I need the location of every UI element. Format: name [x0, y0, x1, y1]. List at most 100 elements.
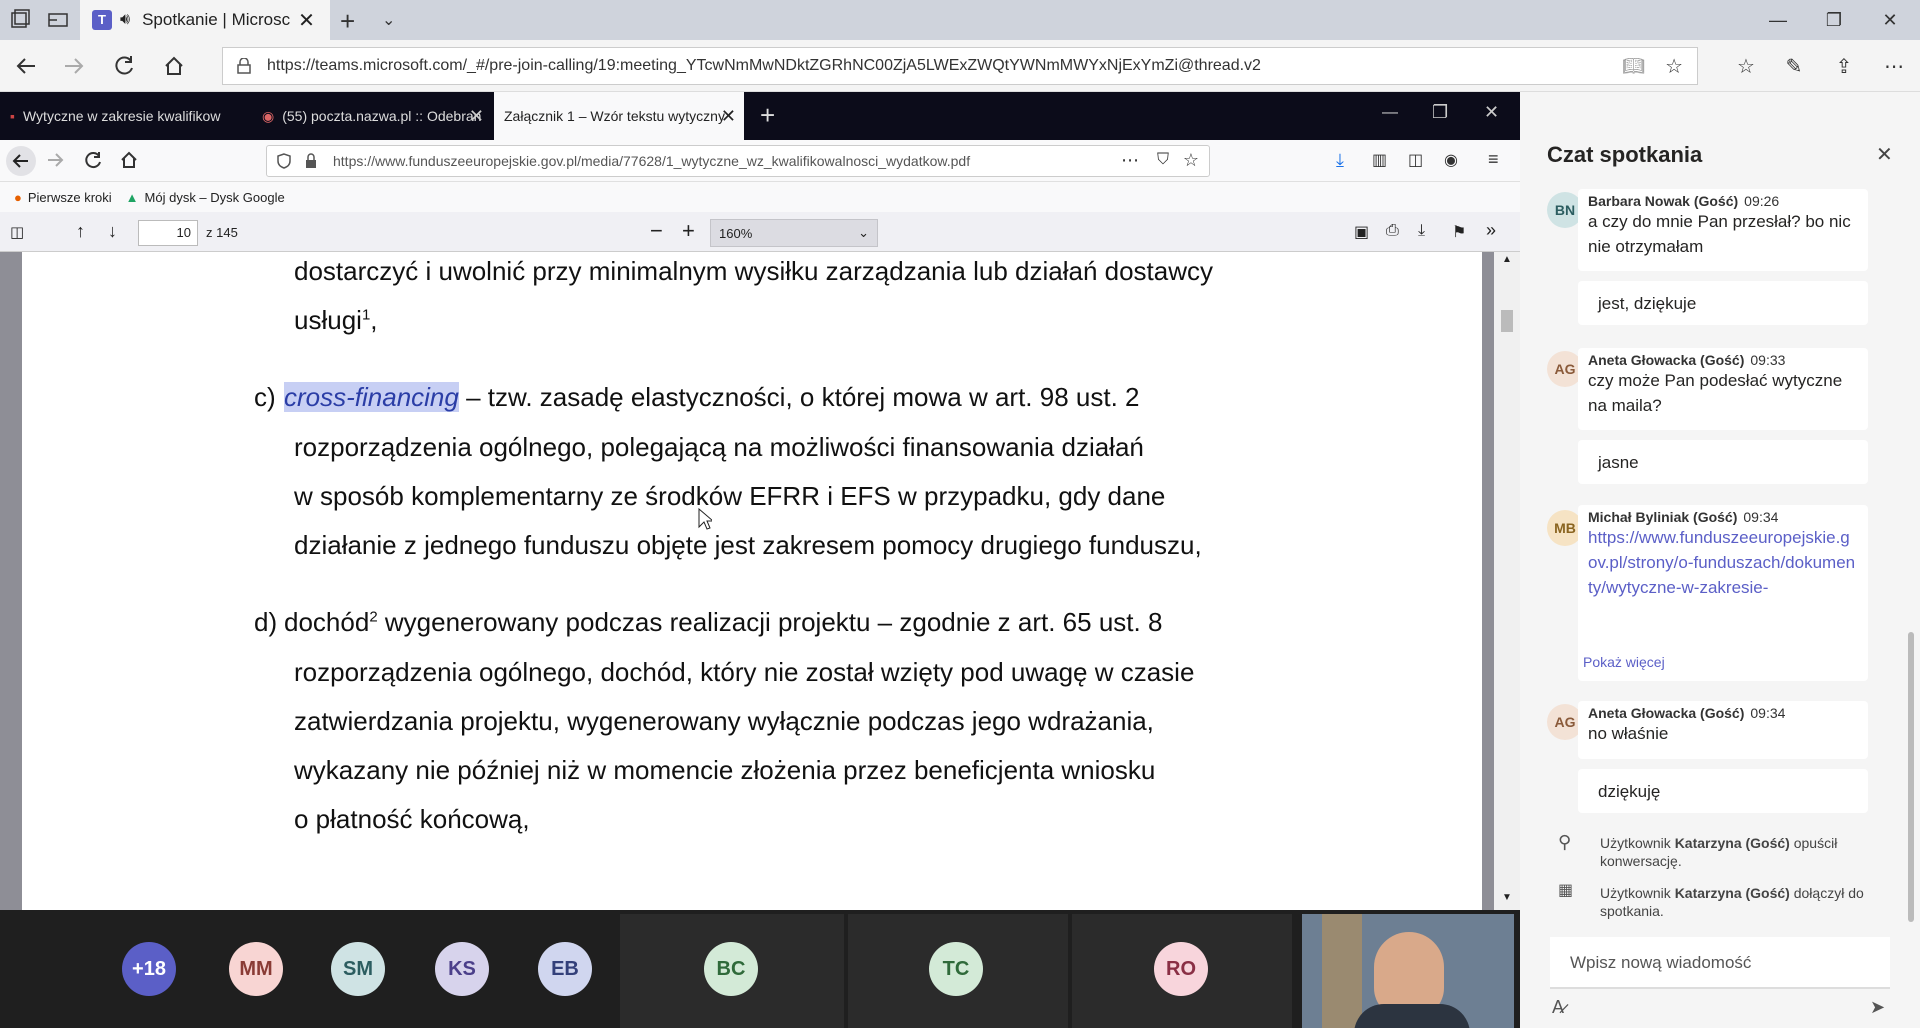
- participant-avatar[interactable]: +18: [122, 942, 176, 996]
- message-time: 09:34: [1743, 509, 1779, 525]
- zoom-select[interactable]: 160% ⌄: [710, 219, 878, 247]
- outer-url-field[interactable]: https://teams.microsoft.com/_#/pre-join-…: [222, 47, 1698, 85]
- new-tab-icon[interactable]: +: [340, 6, 355, 37]
- system-message: Użytkownik Katarzyna (Gość) dołączył do …: [1600, 884, 1890, 920]
- close-window-icon[interactable]: ✕: [1484, 102, 1499, 123]
- firefox-tab-1-label: Wytyczne w zakresie kwalifikow: [22, 108, 221, 124]
- back-icon[interactable]: [6, 146, 36, 176]
- firefox-url-field[interactable]: https://www.funduszeeuropejskie.gov.pl/m…: [266, 145, 1210, 177]
- participant-video[interactable]: [1302, 914, 1514, 1028]
- back-icon[interactable]: [8, 48, 44, 84]
- shared-firefox-window: ▪ Wytyczne w zakresie kwalifikow ◉ (55) …: [0, 92, 1520, 910]
- highlighted-text[interactable]: cross-financing: [284, 382, 459, 412]
- speaker-icon[interactable]: 🔊︎: [120, 11, 130, 29]
- favorites-icon[interactable]: ☆: [1728, 48, 1764, 84]
- bookmark-first-steps[interactable]: Pierwsze kroki: [28, 190, 112, 205]
- participant-avatar[interactable]: TC: [929, 942, 983, 996]
- show-more-link[interactable]: Pokaż więcej: [1583, 654, 1665, 670]
- mouse-cursor-icon: [698, 508, 712, 530]
- footnote-ref[interactable]: 2: [369, 608, 377, 625]
- scroll-thumb[interactable]: [1501, 310, 1513, 332]
- doc-line: cross-financing – tzw. zasadę elastyczno…: [284, 382, 1140, 413]
- chat-message: Michał Byliniak (Gość) 09:34 https://www.…: [1578, 505, 1868, 681]
- menu-icon[interactable]: ≡: [1488, 149, 1499, 170]
- close-tab-icon[interactable]: ✕: [298, 8, 315, 33]
- page-actions-icon[interactable]: ⋯: [1115, 150, 1139, 171]
- pdf-page: dostarczyć i uwolnić przy minimalnym wys…: [22, 252, 1482, 910]
- next-page-icon[interactable]: ↓: [108, 221, 117, 242]
- bookmark-icon[interactable]: ⚑: [1452, 222, 1466, 242]
- zoom-out-icon[interactable]: −: [650, 218, 663, 244]
- firefox-url-text: https://www.funduszeeuropejskie.gov.pl/m…: [333, 153, 971, 169]
- reading-view-icon[interactable]: 📖︎: [1622, 56, 1645, 77]
- teams-icon: T: [92, 10, 112, 30]
- presentation-icon[interactable]: ▣: [1354, 222, 1369, 242]
- minimize-icon[interactable]: —: [1382, 104, 1398, 122]
- restore-icon[interactable]: ❐: [1432, 102, 1448, 123]
- home-icon[interactable]: [120, 151, 138, 169]
- restore-icon[interactable]: ❐: [1806, 0, 1862, 40]
- more-icon[interactable]: ⋯: [1876, 48, 1912, 84]
- participant-avatar[interactable]: BC: [704, 942, 758, 996]
- send-icon[interactable]: ➤: [1870, 997, 1885, 1018]
- chat-scrollbar[interactable]: [1908, 632, 1914, 922]
- message-link[interactable]: https://www.funduszeeuropejskie.gov.pl/s…: [1588, 525, 1858, 625]
- participant-avatar[interactable]: KS: [435, 942, 489, 996]
- doc-text: – tzw. zasadę elastyczności, o której mo…: [458, 382, 1140, 412]
- pocket-icon[interactable]: ⛉: [1156, 151, 1169, 169]
- chevron-down-icon[interactable]: ⌄: [382, 10, 395, 30]
- bookmark-google-drive[interactable]: Mój dysk – Dysk Google: [145, 190, 285, 205]
- download-icon[interactable]: ⤓: [1336, 150, 1344, 171]
- firefox-icon: ●: [14, 189, 22, 205]
- forward-icon[interactable]: [56, 48, 92, 84]
- previous-page-icon[interactable]: ↑: [76, 221, 85, 242]
- bookmark-star-icon[interactable]: ☆: [1182, 150, 1199, 171]
- firefox-tab-1[interactable]: ▪ Wytyczne w zakresie kwalifikow: [0, 92, 250, 140]
- author-name: Aneta Głowacka (Gość): [1588, 352, 1745, 368]
- close-icon[interactable]: ✕: [1876, 142, 1893, 167]
- pdf-viewer[interactable]: dostarczyć i uwolnić przy minimalnym wys…: [0, 252, 1520, 910]
- tools-chevron-icon[interactable]: »: [1486, 220, 1496, 241]
- refresh-icon[interactable]: [106, 48, 142, 84]
- favorite-star-icon[interactable]: ☆: [1665, 54, 1683, 79]
- account-icon[interactable]: ◉: [1444, 150, 1458, 170]
- pen-icon[interactable]: ✎: [1776, 48, 1812, 84]
- pdf-scrollbar[interactable]: ▲ ▼: [1494, 252, 1520, 910]
- page-number-input[interactable]: 10: [138, 220, 198, 246]
- participant-avatar[interactable]: SM: [331, 942, 385, 996]
- system-message: Użytkownik Katarzyna (Gość) opuścił konw…: [1600, 834, 1890, 870]
- refresh-icon[interactable]: [84, 151, 102, 169]
- chevron-down-icon: ⌄: [858, 225, 869, 240]
- participant-avatar[interactable]: MM: [229, 942, 283, 996]
- firefox-tab-2[interactable]: ◉ (55) poczta.nazwa.pl :: Odebran ✕: [252, 92, 492, 140]
- home-icon[interactable]: [156, 48, 192, 84]
- sidebar-toggle-icon[interactable]: ◫: [10, 223, 24, 241]
- close-window-icon[interactable]: ✕: [1862, 0, 1918, 40]
- share-icon[interactable]: ⇪: [1826, 48, 1862, 84]
- firefox-tab-3-active[interactable]: Załącznik 1 – Wzór tekstu wytyczny ✕: [494, 92, 744, 140]
- message-author: Aneta Głowacka (Gość) 09:33: [1588, 352, 1858, 368]
- participant-avatar[interactable]: EB: [538, 942, 592, 996]
- message-author: Barbara Nowak (Gość) 09:26: [1588, 193, 1858, 209]
- scroll-up-icon[interactable]: ▲: [1502, 254, 1512, 265]
- zoom-in-icon[interactable]: +: [682, 218, 695, 244]
- participant-avatar[interactable]: RO: [1154, 942, 1208, 996]
- sidebar-icon[interactable]: ◫: [1408, 150, 1423, 170]
- tab-actions-icon[interactable]: [8, 8, 32, 32]
- minimize-icon[interactable]: —: [1750, 0, 1806, 40]
- mail-icon: ◉: [262, 107, 275, 124]
- format-icon[interactable]: A̷: [1552, 997, 1564, 1018]
- close-tab-icon[interactable]: ✕: [721, 106, 736, 127]
- message-time: 09:34: [1750, 705, 1786, 721]
- tab-teams-meeting[interactable]: T 🔊︎ Spotkanie | Microsc ✕: [80, 0, 330, 40]
- scroll-down-icon[interactable]: ▼: [1502, 892, 1512, 903]
- print-icon[interactable]: ⎙: [1386, 222, 1399, 240]
- library-icon[interactable]: ▥: [1372, 150, 1387, 170]
- save-icon[interactable]: ⤓: [1418, 222, 1425, 240]
- doc-text: ,: [370, 305, 378, 335]
- close-tab-icon[interactable]: ✕: [469, 106, 484, 127]
- chat-message-input[interactable]: Wpisz nową wiadomość: [1550, 937, 1890, 989]
- forward-icon[interactable]: [46, 151, 64, 169]
- new-tab-icon[interactable]: +: [760, 100, 775, 131]
- set-aside-tabs-icon[interactable]: [46, 8, 70, 32]
